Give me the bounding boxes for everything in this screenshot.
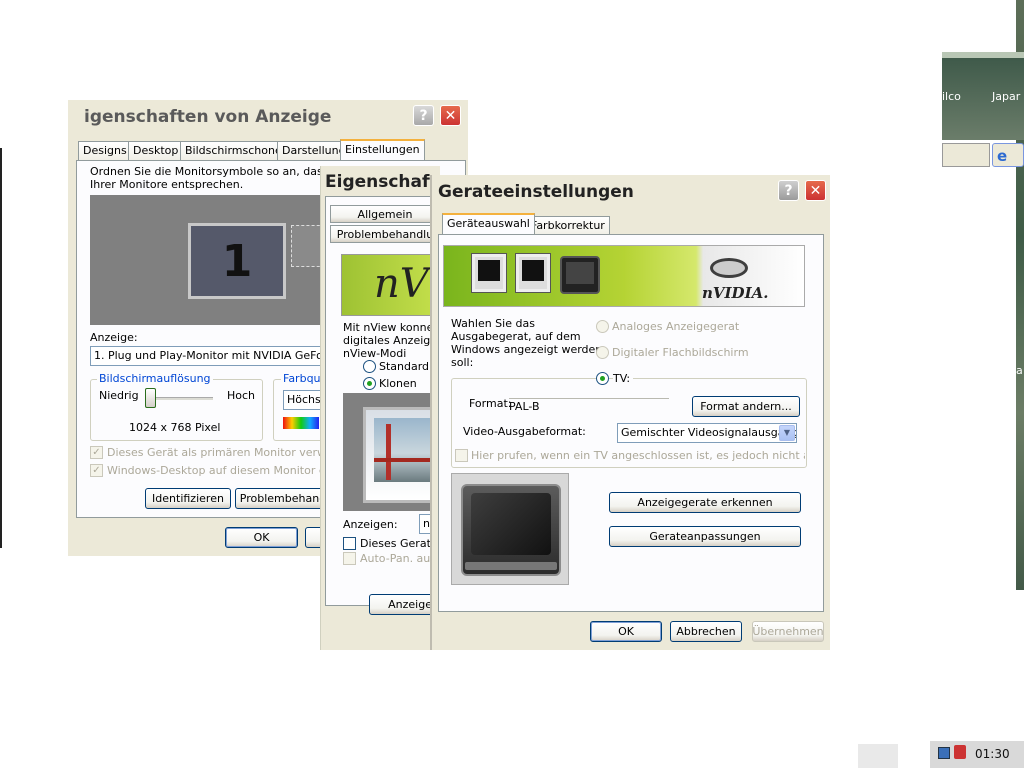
identify-button[interactable]: Identifizieren	[145, 488, 231, 509]
display-properties-title: igenschaften von Anzeige	[84, 107, 332, 127]
background-side-char: a	[1016, 364, 1023, 377]
clone-preview	[343, 393, 441, 511]
tv-image	[461, 484, 561, 576]
device-checkbox-label: Dieses Gerat a	[360, 537, 442, 550]
resolution-high-label: Hoch	[227, 389, 256, 402]
device-checkbox[interactable]	[343, 537, 356, 550]
device-adjustments-button[interactable]: Gerateanpassungen	[609, 526, 801, 547]
tv-icon-small	[560, 256, 600, 294]
close-icon[interactable]: ✕	[440, 105, 461, 126]
monitor-icon-2	[516, 254, 550, 292]
digital-flatpanel-radio[interactable]	[596, 346, 609, 359]
autopan-checkbox[interactable]	[343, 552, 356, 565]
monitor-arrangement-area: 1	[90, 195, 330, 325]
format-value: PAL-B	[509, 398, 669, 413]
cancel-button[interactable]: Abbrechen	[670, 621, 742, 642]
monitor-number: 1	[221, 235, 253, 287]
tv-screen	[471, 493, 551, 555]
display-label: Anzeige:	[90, 331, 138, 344]
tab-color-correction[interactable]: Farbkorrektur	[526, 216, 610, 235]
nvidia-brand-text: nVIDIA.	[702, 284, 769, 302]
background-taskbar-strip	[942, 143, 990, 167]
resolution-slider-thumb[interactable]	[145, 388, 156, 408]
device-settings-dialog: Gerateeinstellungen ? ✕ Geräteauswahl Fa…	[430, 175, 830, 650]
system-tray: 01:30	[930, 740, 1024, 768]
extend-desktop-checkbox[interactable]: ✓	[90, 464, 103, 477]
nvidia-eye-logo	[710, 258, 748, 278]
monitor-1-icon[interactable]: 1	[188, 223, 286, 299]
analog-display-label: Analoges Anzeigegerat	[612, 320, 740, 333]
clone-mode-label: Klonen	[379, 377, 417, 390]
tab-screensaver[interactable]: Bildschirmschoner	[180, 141, 292, 160]
nview-display-label: Anzeigen:	[343, 518, 398, 531]
tv-connected-checkbox[interactable]	[455, 449, 468, 462]
troubleshoot-tab-button[interactable]: Problembehandlu	[330, 225, 440, 243]
bridge-deck	[374, 458, 436, 462]
tv-image-frame	[451, 473, 569, 585]
primary-monitor-checkbox[interactable]: ✓	[90, 446, 103, 459]
color-palette-bar	[283, 417, 319, 429]
background-window-label-1: ilco	[942, 90, 961, 103]
clock[interactable]: 01:30	[975, 747, 1010, 761]
tv-radio[interactable]	[596, 372, 609, 385]
background-window: ilco Japar	[942, 52, 1024, 140]
tab-designs[interactable]: Designs	[78, 141, 132, 160]
video-output-select[interactable]: Gemischter Videosignalausgang ▼	[617, 423, 797, 443]
ok-button[interactable]: OK	[590, 621, 662, 642]
help-icon[interactable]: ?	[413, 105, 434, 126]
ie-taskbar-button[interactable]: e	[992, 143, 1024, 167]
digital-flatpanel-label: Digitaler Flachbildschirm	[612, 346, 749, 359]
nview-banner: nVie	[341, 254, 464, 316]
troubleshoot-button[interactable]: Problembehand	[235, 488, 331, 509]
resolution-value: 1024 x 768 Pixel	[129, 421, 221, 434]
display-select[interactable]: 1. Plug und Play-Monitor mit NVIDIA GeFo…	[90, 346, 330, 366]
background-window-label-2: Japar	[992, 90, 1021, 103]
standard-mode-radio[interactable]	[363, 360, 376, 373]
tv-base	[465, 562, 557, 570]
clone-mode-radio[interactable]	[363, 377, 376, 390]
autopan-label: Auto-Pan. auf	[360, 552, 435, 565]
general-tab-button[interactable]: Allgemein	[330, 205, 440, 223]
monitor-instruction: Ordnen Sie die Monitorsymbole so an, das…	[90, 165, 358, 191]
device-tab-body: nVIDIA. Wahlen Sie das Ausgabegerat, auf…	[438, 234, 824, 612]
video-output-value: Gemischter Videosignalausgang	[621, 426, 797, 439]
resolution-group-title: Bildschirmauflösung	[97, 372, 213, 385]
security-icon[interactable]	[954, 745, 966, 759]
network-icon[interactable]	[938, 747, 950, 759]
close-icon[interactable]: ✕	[805, 180, 826, 201]
device-settings-title: Gerateeinstellungen	[438, 182, 634, 202]
nview-description: Mit nView konnen digitales Anzeige nView…	[343, 321, 441, 360]
analog-display-radio[interactable]	[596, 320, 609, 333]
chevron-down-icon[interactable]: ▼	[779, 425, 795, 441]
format-label: Format:	[469, 397, 512, 410]
nvidia-banner: nVIDIA.	[443, 245, 805, 307]
nview-properties-dialog: Eigenschafte Allgemein Problembehandlu n…	[320, 166, 464, 650]
left-edge-line	[0, 148, 2, 548]
apply-button[interactable]: Übernehmen	[752, 621, 824, 642]
detect-displays-button[interactable]: Anzeigegerate erkennen	[609, 492, 801, 513]
help-icon[interactable]: ?	[778, 180, 799, 201]
bridge-tower	[386, 424, 391, 480]
resolution-low-label: Niedrig	[99, 389, 139, 402]
device-prompt: Wahlen Sie das Ausgabegerat, auf dem Win…	[451, 317, 603, 369]
monitor-icon-1	[472, 254, 506, 292]
tab-device-selection[interactable]: Geräteauswahl	[442, 213, 535, 234]
bridge-image	[374, 418, 436, 482]
tv-radio-label: TV:	[613, 372, 634, 385]
ie-icon: e	[997, 147, 1008, 165]
video-output-label: Video-Ausgabeformat:	[463, 425, 586, 438]
tv-connected-label: Hier prufen, wenn ein TV angeschlossen i…	[471, 449, 805, 462]
ok-button[interactable]: OK	[225, 527, 298, 548]
tab-desktop[interactable]: Desktop	[128, 141, 184, 160]
tab-settings[interactable]: Einstellungen	[340, 139, 425, 160]
change-format-button[interactable]: Format andern...	[692, 396, 800, 417]
taskbar-fragment	[858, 744, 898, 768]
